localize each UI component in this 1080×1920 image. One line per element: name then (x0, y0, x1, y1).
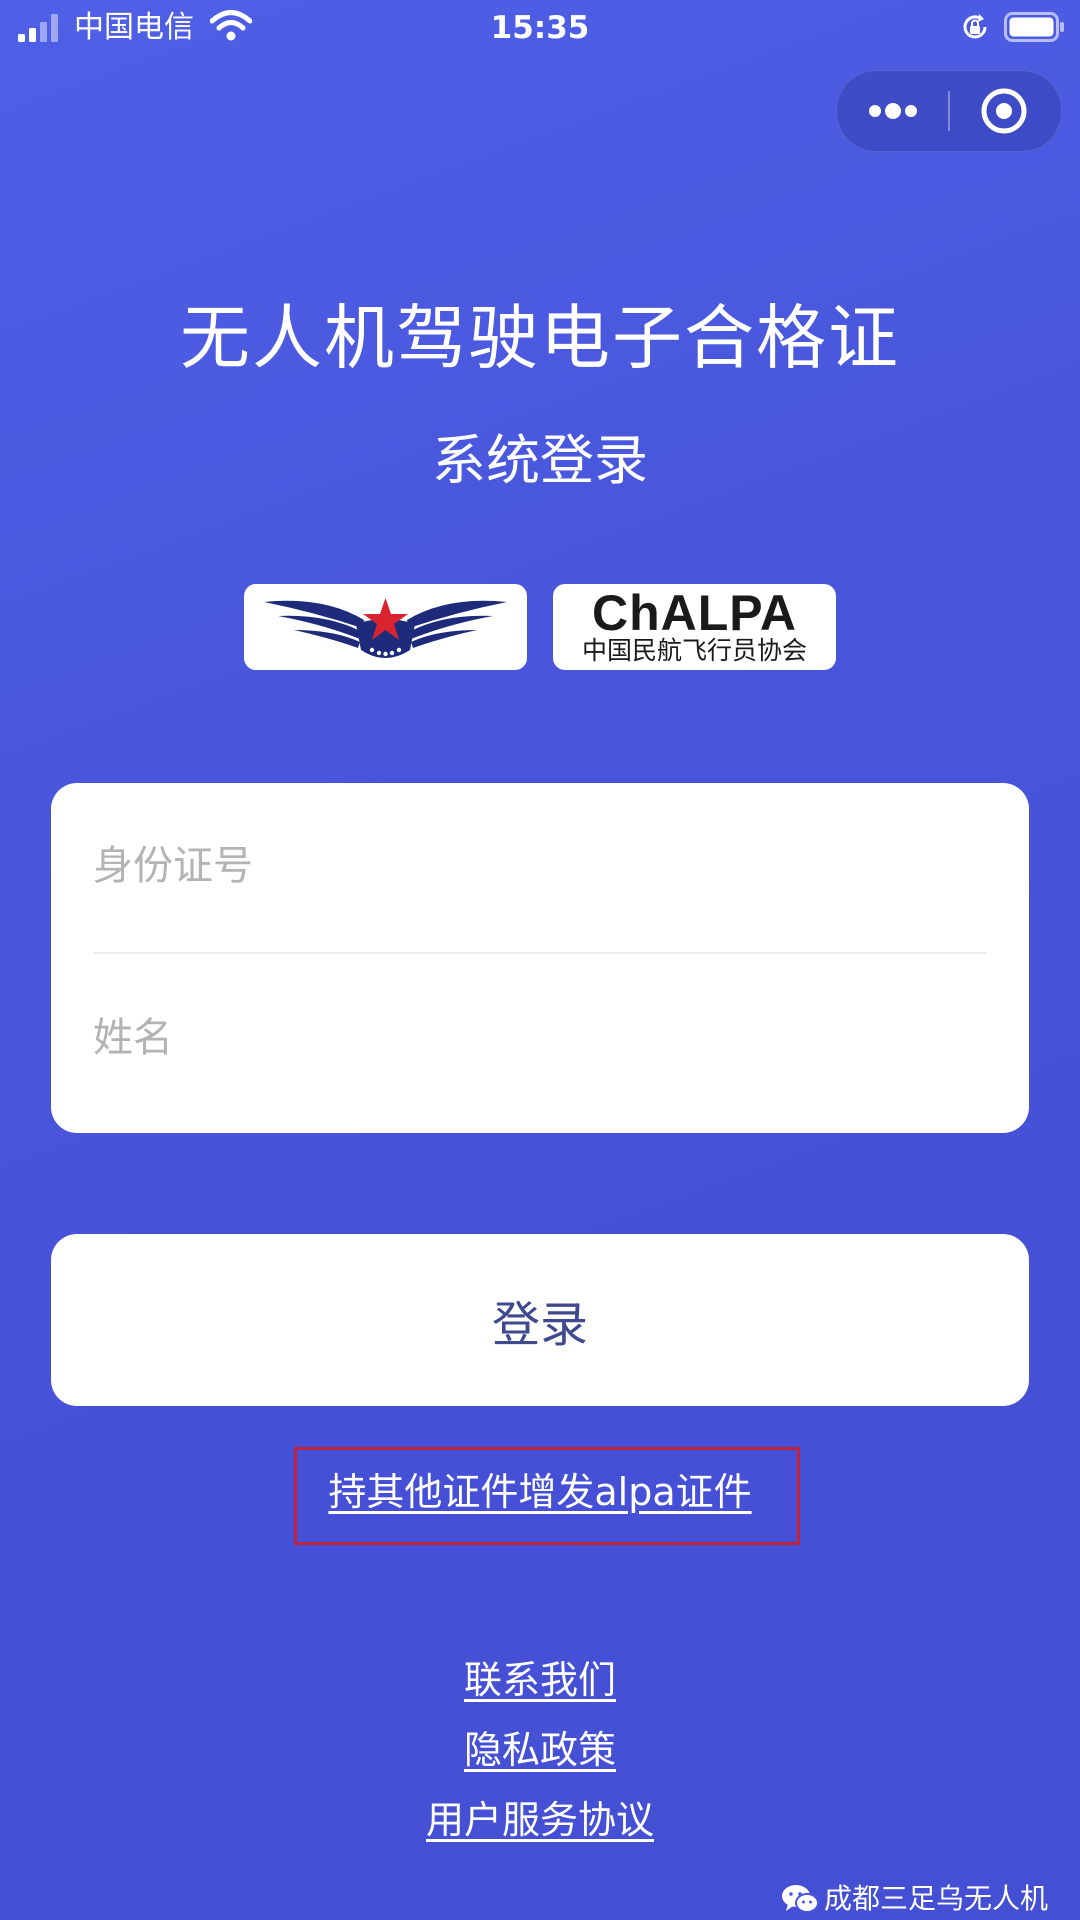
page-subtitle: 系统登录 (432, 429, 648, 492)
target-close-icon (981, 88, 1027, 134)
name-input[interactable] (93, 988, 987, 1088)
status-bar: 中国电信 15:35 (0, 0, 1080, 56)
watermark-text: 成都三足乌无人机 (824, 1882, 1049, 1915)
status-time: 15:35 (490, 10, 590, 46)
page-title: 无人机驾驶电子合格证 (180, 297, 900, 379)
chalpa-logo: ChALPA 中国民航飞行员协会 (553, 584, 836, 670)
more-button[interactable] (837, 71, 949, 151)
more-dots-icon (869, 103, 917, 119)
close-miniprogram-button[interactable] (950, 71, 1061, 151)
chalpa-logo-sub: 中国民航飞行员协会 (581, 636, 807, 665)
user-agreement-link[interactable]: 用户服务协议 (0, 1794, 1080, 1846)
chalpa-logo-main: ChALPA (591, 585, 798, 641)
battery-icon (1004, 12, 1064, 42)
login-button[interactable]: 登录 (51, 1234, 1029, 1406)
privacy-policy-link[interactable]: 隐私政策 (0, 1724, 1080, 1776)
miniprogram-capsule (836, 70, 1062, 152)
wechat-watermark: 成都三足乌无人机 (780, 1880, 1070, 1920)
rotation-lock-icon (963, 14, 987, 39)
contact-us-link[interactable]: 联系我们 (0, 1654, 1080, 1706)
field-divider (93, 952, 987, 954)
caac-logo (244, 584, 527, 670)
wings-star-emblem-icon (264, 598, 507, 658)
wechat-icon (782, 1885, 819, 1913)
add-alpa-certificate-link[interactable]: 持其他证件增发alpa证件 (0, 1466, 1080, 1518)
id-number-input[interactable] (93, 816, 987, 916)
